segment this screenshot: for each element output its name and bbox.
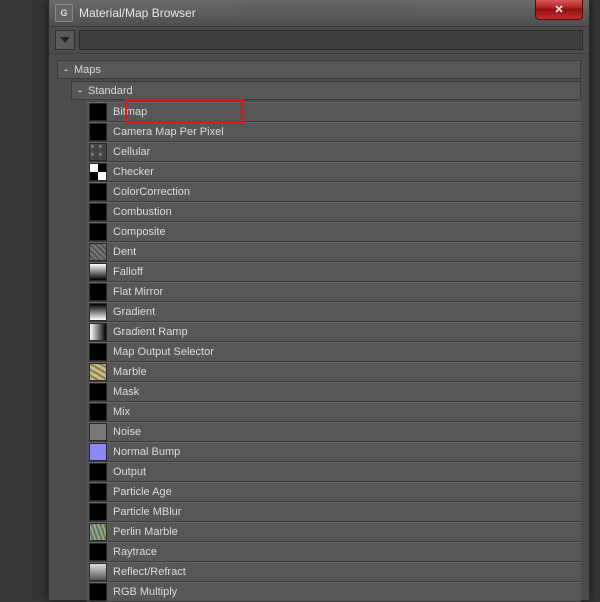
map-label: Particle Age bbox=[113, 486, 172, 498]
map-swatch bbox=[89, 563, 107, 581]
map-item[interactable]: Checker bbox=[87, 162, 581, 182]
map-swatch bbox=[89, 263, 107, 281]
map-label: Dent bbox=[113, 246, 136, 258]
map-item[interactable]: Noise bbox=[87, 422, 581, 442]
map-label: Flat Mirror bbox=[113, 286, 163, 298]
map-swatch bbox=[89, 583, 107, 601]
app-icon: G bbox=[55, 4, 73, 22]
map-item[interactable]: Cellular bbox=[87, 142, 581, 162]
map-list: Bitmap Camera Map Per Pixel Cellular Checke… bbox=[87, 102, 581, 602]
map-swatch bbox=[89, 223, 107, 241]
map-label: Falloff bbox=[113, 266, 143, 278]
collapse-icon: - bbox=[62, 66, 70, 74]
map-swatch bbox=[89, 323, 107, 341]
map-swatch bbox=[89, 503, 107, 521]
map-item[interactable]: Falloff bbox=[87, 262, 581, 282]
browser-window: G Material/Map Browser ✕ - Maps - Standa… bbox=[48, 0, 590, 600]
map-swatch bbox=[89, 103, 107, 121]
map-item[interactable]: Particle Age bbox=[87, 482, 581, 502]
group-label: Maps bbox=[74, 64, 101, 76]
titlebar-blur bbox=[239, 6, 409, 20]
map-swatch bbox=[89, 523, 107, 541]
map-item[interactable]: Perlin Marble bbox=[87, 522, 581, 542]
map-label: Cellular bbox=[113, 146, 150, 158]
map-item[interactable]: Camera Map Per Pixel bbox=[87, 122, 581, 142]
map-item[interactable]: Normal Bump bbox=[87, 442, 581, 462]
map-label: Checker bbox=[113, 166, 154, 178]
map-label: Bitmap bbox=[113, 106, 147, 118]
map-swatch bbox=[89, 363, 107, 381]
map-swatch bbox=[89, 123, 107, 141]
map-label: Noise bbox=[113, 426, 141, 438]
collapse-icon: - bbox=[76, 87, 84, 95]
map-label: Perlin Marble bbox=[113, 526, 178, 538]
map-label: Raytrace bbox=[113, 546, 157, 558]
map-swatch bbox=[89, 543, 107, 561]
panel: - Maps - Standard Bitmap Camera Map Per P… bbox=[57, 60, 581, 602]
options-dropdown-button[interactable] bbox=[55, 30, 75, 50]
window-title: Material/Map Browser bbox=[79, 6, 196, 20]
group-maps[interactable]: - Maps bbox=[57, 60, 581, 79]
map-label: Composite bbox=[113, 226, 166, 238]
map-swatch bbox=[89, 183, 107, 201]
map-item[interactable]: Mask bbox=[87, 382, 581, 402]
close-button[interactable]: ✕ bbox=[535, 0, 583, 20]
map-label: Output bbox=[113, 466, 146, 478]
map-swatch bbox=[89, 423, 107, 441]
map-item[interactable]: Bitmap bbox=[87, 102, 581, 122]
map-label: Marble bbox=[113, 366, 147, 378]
search-input[interactable] bbox=[79, 30, 583, 50]
map-item[interactable]: Particle MBlur bbox=[87, 502, 581, 522]
chevron-down-icon bbox=[60, 37, 70, 43]
titlebar[interactable]: G Material/Map Browser ✕ bbox=[49, 0, 589, 27]
map-label: Mask bbox=[113, 386, 139, 398]
map-label: Normal Bump bbox=[113, 446, 180, 458]
map-swatch bbox=[89, 463, 107, 481]
map-item[interactable]: Gradient bbox=[87, 302, 581, 322]
map-swatch bbox=[89, 303, 107, 321]
map-label: Gradient Ramp bbox=[113, 326, 188, 338]
toolbar bbox=[49, 27, 589, 54]
map-swatch bbox=[89, 283, 107, 301]
map-item[interactable]: Flat Mirror bbox=[87, 282, 581, 302]
map-item[interactable]: Marble bbox=[87, 362, 581, 382]
map-label: Map Output Selector bbox=[113, 346, 214, 358]
map-label: Mix bbox=[113, 406, 130, 418]
map-item[interactable]: Map Output Selector bbox=[87, 342, 581, 362]
map-item[interactable]: ColorCorrection bbox=[87, 182, 581, 202]
map-item[interactable]: Composite bbox=[87, 222, 581, 242]
map-item[interactable]: Mix bbox=[87, 402, 581, 422]
map-item[interactable]: Gradient Ramp bbox=[87, 322, 581, 342]
map-item[interactable]: Raytrace bbox=[87, 542, 581, 562]
map-swatch bbox=[89, 383, 107, 401]
map-swatch bbox=[89, 343, 107, 361]
map-item[interactable]: Reflect/Refract bbox=[87, 562, 581, 582]
map-item[interactable]: Dent bbox=[87, 242, 581, 262]
map-swatch bbox=[89, 403, 107, 421]
map-label: RGB Multiply bbox=[113, 586, 177, 598]
close-icon: ✕ bbox=[554, 3, 563, 16]
map-swatch bbox=[89, 243, 107, 261]
map-label: Particle MBlur bbox=[113, 506, 181, 518]
map-label: Camera Map Per Pixel bbox=[113, 126, 224, 138]
map-label: Reflect/Refract bbox=[113, 566, 186, 578]
map-label: ColorCorrection bbox=[113, 186, 190, 198]
map-swatch bbox=[89, 443, 107, 461]
map-label: Gradient bbox=[113, 306, 155, 318]
map-label: Combustion bbox=[113, 206, 172, 218]
group-standard[interactable]: - Standard bbox=[71, 81, 581, 100]
map-swatch bbox=[89, 203, 107, 221]
map-swatch bbox=[89, 163, 107, 181]
group-label: Standard bbox=[88, 85, 133, 97]
map-swatch bbox=[89, 143, 107, 161]
map-item[interactable]: RGB Multiply bbox=[87, 582, 581, 602]
map-item[interactable]: Output bbox=[87, 462, 581, 482]
map-item[interactable]: Combustion bbox=[87, 202, 581, 222]
map-swatch bbox=[89, 483, 107, 501]
